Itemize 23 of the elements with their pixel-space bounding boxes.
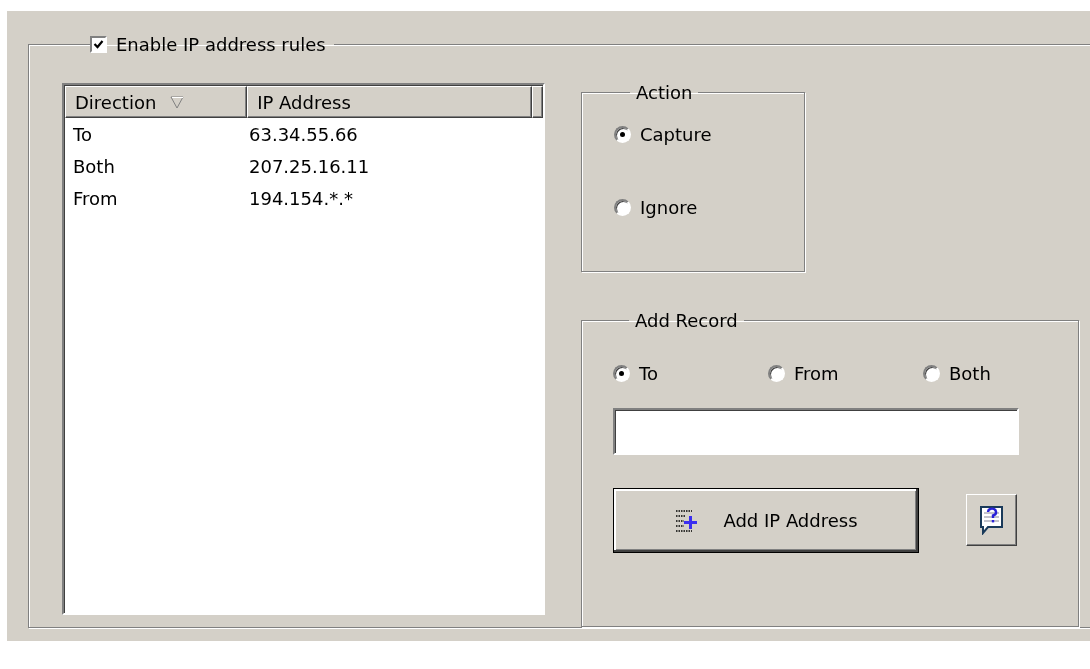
address-list[interactable]: Direction IP Address To 63.34.55.66 Both 207.25.16.11 From 194.154.*.* (62, 83, 545, 615)
radio-button[interactable]: Ignore (614, 197, 698, 218)
add-to-list-icon (674, 508, 699, 533)
radio-button[interactable]: To (613, 362, 658, 384)
ip-address-cell: 63.34.55.66 (249, 123, 358, 145)
group-title: Action (635, 82, 694, 103)
direction-cell-text: From (72, 187, 119, 209)
ip-address-field[interactable] (613, 407, 1019, 455)
help-bubble-icon (978, 505, 1005, 536)
ip-address-cell: 207.25.16.11 (249, 155, 370, 177)
direction-cell-text: Both (72, 155, 116, 177)
column-header[interactable]: IP Address (247, 86, 532, 118)
column-header[interactable]: Direction (65, 86, 248, 118)
radio-button[interactable]: Capture (614, 124, 712, 145)
direction-cell-text: To (72, 123, 93, 145)
enable-checkbox[interactable]: Enable IP address rules (90, 34, 326, 55)
help-button[interactable] (966, 494, 1017, 547)
radio-button[interactable]: Both (923, 362, 991, 384)
add-ip-address-button[interactable]: Add IP Address (613, 487, 919, 553)
group-title: Add Record (634, 309, 739, 331)
empty-column-header (532, 86, 543, 118)
ip-address-cell: 194.154.*.* (249, 187, 353, 209)
radio-button[interactable]: From (768, 362, 839, 384)
